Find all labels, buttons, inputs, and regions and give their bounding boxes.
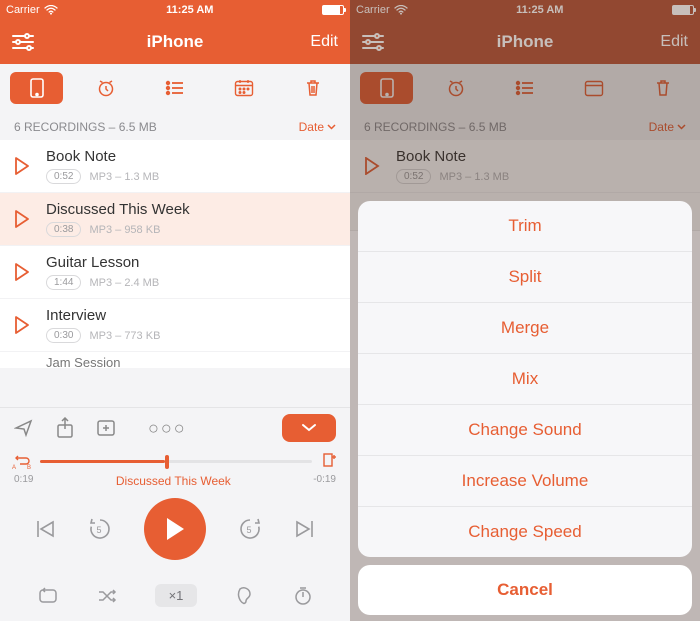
sheet-cancel-button[interactable]: Cancel (358, 565, 692, 615)
svg-text:A: A (12, 465, 16, 470)
recording-meta: MP3 – 2.4 MB (89, 277, 159, 289)
chevron-down-icon (327, 124, 336, 130)
recording-title: Book Note (46, 148, 336, 165)
sheet-item-change-speed[interactable]: Change Speed (358, 507, 692, 557)
svg-text:5: 5 (97, 525, 102, 535)
tab-calendar[interactable] (218, 72, 271, 104)
tab-list[interactable] (148, 72, 201, 104)
wifi-icon (44, 5, 58, 15)
now-playing-title: Discussed This Week (116, 474, 231, 488)
play-icon[interactable] (14, 210, 34, 228)
remaining-time: -0:19 (313, 474, 336, 488)
ab-repeat-icon[interactable]: AB (12, 452, 32, 470)
play-button[interactable] (144, 498, 206, 560)
list-item[interactable]: Guitar Lesson 1:44 MP3 – 2.4 MB (0, 246, 350, 299)
duration-badge: 0:30 (46, 328, 81, 343)
tab-trash[interactable] (287, 72, 340, 104)
sheet-item-split[interactable]: Split (358, 252, 692, 303)
share-icon[interactable] (56, 417, 74, 439)
carrier-label: Carrier (6, 4, 40, 16)
svg-text:5: 5 (246, 525, 251, 535)
sheet-item-mix[interactable]: Mix (358, 354, 692, 405)
add-to-icon[interactable] (96, 419, 116, 437)
chevron-down-icon (301, 423, 317, 433)
prev-track-button[interactable] (35, 519, 57, 539)
duration-badge: 0:52 (46, 169, 81, 184)
forward-5s-button[interactable]: 5 (236, 515, 264, 543)
recording-meta: MP3 – 958 KB (89, 224, 160, 236)
sliders-icon[interactable] (12, 35, 34, 49)
repeat-button[interactable] (37, 587, 59, 605)
edit-button[interactable]: Edit (288, 33, 338, 51)
sort-button[interactable]: Date (299, 120, 336, 134)
sheet-item-change-sound[interactable]: Change Sound (358, 405, 692, 456)
recording-title: Guitar Lesson (46, 254, 336, 271)
elapsed-time: 0:19 (14, 474, 33, 488)
tab-device[interactable] (10, 72, 63, 104)
recording-title: Jam Session (46, 355, 336, 369)
list-summary-bar: 6 RECORDINGS – 6.5 MB Date (0, 112, 350, 140)
list-item[interactable]: Discussed This Week 0:38 MP3 – 958 KB (0, 193, 350, 246)
list-item[interactable]: Interview 0:30 MP3 – 773 KB (0, 299, 350, 352)
page-title: iPhone (62, 32, 288, 52)
more-icon[interactable]: ○○○ (138, 418, 260, 439)
recordings-count: 6 RECORDINGS – 6.5 MB (14, 120, 157, 134)
clock: 11:25 AM (58, 4, 322, 16)
list-item[interactable]: Book Note 0:52 MP3 – 1.3 MB (0, 140, 350, 193)
next-track-button[interactable] (293, 519, 315, 539)
recording-title: Discussed This Week (46, 201, 336, 218)
player-panel: ○○○ AB 0:19 Discussed This Week -0:19 5 … (0, 407, 350, 621)
sleep-timer-button[interactable] (293, 586, 313, 606)
recording-title: Interview (46, 307, 336, 324)
sheet-item-merge[interactable]: Merge (358, 303, 692, 354)
battery-icon (322, 5, 344, 15)
svg-text:B: B (27, 465, 31, 470)
playback-rate-button[interactable]: ×1 (155, 584, 198, 607)
progress-slider[interactable] (40, 452, 312, 470)
action-sheet: Trim Split Merge Mix Change Sound Increa… (358, 201, 692, 615)
play-icon[interactable] (14, 263, 34, 281)
sheet-item-increase-volume[interactable]: Increase Volume (358, 456, 692, 507)
list-item[interactable]: Jam Session (0, 352, 350, 368)
duration-badge: 0:38 (46, 222, 81, 237)
nav-bar: iPhone Edit (0, 20, 350, 64)
tab-reminders[interactable] (79, 72, 132, 104)
shuffle-button[interactable] (96, 587, 118, 605)
play-icon[interactable] (14, 316, 34, 334)
bookmark-icon[interactable] (320, 452, 338, 470)
status-bar: Carrier 11:25 AM (0, 0, 350, 20)
category-toolbar (0, 64, 350, 112)
earpiece-button[interactable] (234, 586, 256, 606)
send-icon[interactable] (14, 418, 34, 438)
play-icon[interactable] (14, 157, 34, 175)
sheet-item-trim[interactable]: Trim (358, 201, 692, 252)
recording-meta: MP3 – 1.3 MB (89, 171, 159, 183)
duration-badge: 1:44 (46, 275, 81, 290)
phone-left: Carrier 11:25 AM iPhone Edit (0, 0, 350, 621)
collapse-button[interactable] (282, 414, 336, 442)
phone-right: Carrier 11:25 AM iPhone Edit 6 RECORDING… (350, 0, 700, 621)
back-5s-button[interactable]: 5 (86, 515, 114, 543)
recording-meta: MP3 – 773 KB (89, 330, 160, 342)
recordings-list: Book Note 0:52 MP3 – 1.3 MB Discussed Thi… (0, 140, 350, 368)
